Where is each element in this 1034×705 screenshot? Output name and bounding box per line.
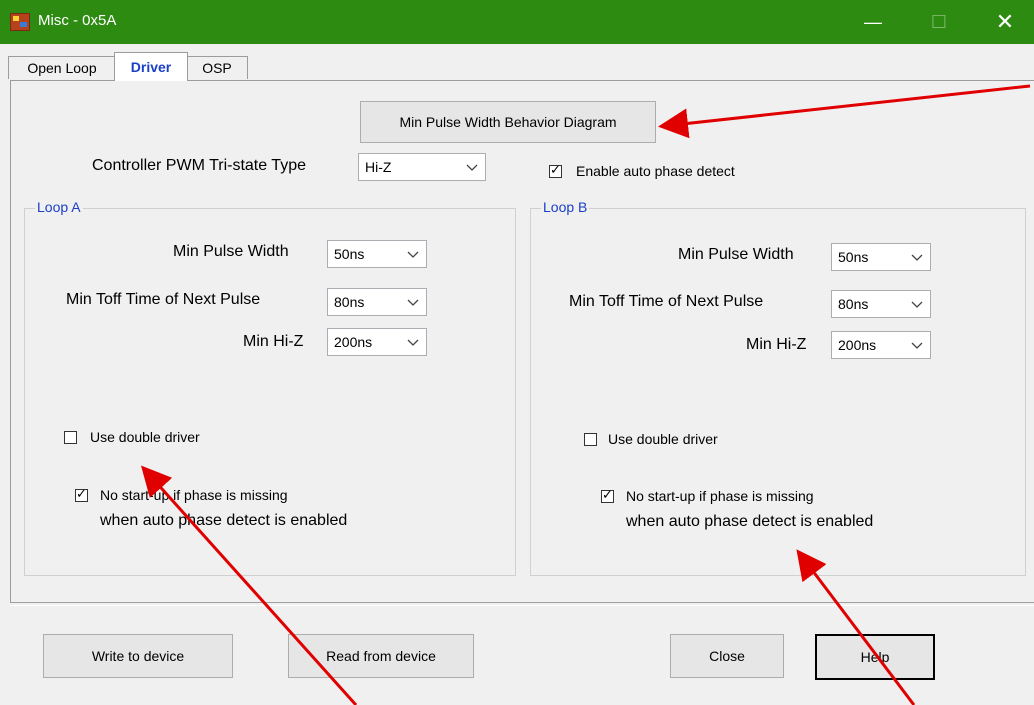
loop-a-double-driver-checkbox[interactable] <box>64 431 77 444</box>
loop-b-min-hiz-value: 200ns <box>838 337 877 353</box>
tab-driver[interactable]: Driver <box>114 52 188 81</box>
loop-b-min-pulse-width-label: Min Pulse Width <box>678 246 794 263</box>
chevron-down-icon <box>406 336 420 350</box>
loop-b-min-hiz-select[interactable]: 200ns <box>831 331 931 359</box>
loop-a-min-toff-label: Min Toff Time of Next Pulse <box>66 291 261 308</box>
controller-pwm-select[interactable]: Hi-Z <box>358 153 486 181</box>
loop-a-min-pulse-width-value: 50ns <box>334 246 365 262</box>
loop-a-no-startup-line1: No start-up if phase is missing <box>100 487 288 503</box>
loop-b-min-toff-value: 80ns <box>838 296 869 312</box>
chevron-down-icon <box>910 251 924 265</box>
chevron-down-icon <box>406 248 420 262</box>
enable-auto-phase-label: Enable auto phase detect <box>576 163 735 179</box>
loop-a-min-hiz-select[interactable]: 200ns <box>327 328 427 356</box>
loop-a-min-pulse-width-select[interactable]: 50ns <box>327 240 427 268</box>
loop-a-title: Loop A <box>35 199 83 215</box>
loop-a-no-startup-checkbox[interactable] <box>75 486 88 502</box>
close-window-button[interactable]: ✕ <box>982 0 1028 44</box>
loop-a-min-toff-select[interactable]: 80ns <box>327 288 427 316</box>
chevron-down-icon <box>406 296 420 310</box>
loop-b-min-toff-label: Min Toff Time of Next Pulse <box>569 293 764 310</box>
loop-b-min-pulse-width-select[interactable]: 50ns <box>831 243 931 271</box>
controller-pwm-value: Hi-Z <box>365 159 392 175</box>
loop-b-title: Loop B <box>541 199 590 215</box>
loop-b-no-startup-checkbox[interactable] <box>601 487 614 503</box>
write-to-device-button[interactable]: Write to device <box>43 634 233 678</box>
loop-b-no-startup-line2: when auto phase detect is enabled <box>626 513 874 530</box>
enable-auto-phase-checkbox[interactable] <box>549 162 562 178</box>
loop-a-min-pulse-width-label: Min Pulse Width <box>173 243 289 260</box>
read-from-device-button[interactable]: Read from device <box>288 634 474 678</box>
loop-a-no-startup-line2: when auto phase detect is enabled <box>100 512 348 529</box>
bottom-separator <box>10 602 1034 606</box>
app-icon <box>10 13 30 31</box>
loop-b-no-startup-line1: No start-up if phase is missing <box>626 488 814 504</box>
loop-b-double-driver-label: Use double driver <box>608 431 718 447</box>
controller-pwm-label: Controller PWM Tri-state Type <box>92 157 306 174</box>
loop-b-min-pulse-width-value: 50ns <box>838 249 869 265</box>
loop-a-min-hiz-value: 200ns <box>334 334 373 350</box>
min-pulse-width-diagram-button[interactable]: Min Pulse Width Behavior Diagram <box>360 101 656 143</box>
window-title: Misc - 0x5A <box>38 12 117 29</box>
loop-a-double-driver-label: Use double driver <box>90 429 200 445</box>
loop-a-min-toff-value: 80ns <box>334 294 365 310</box>
close-button[interactable]: Close <box>670 634 784 678</box>
loop-b-min-hiz-label: Min Hi-Z <box>746 336 807 353</box>
maximize-button[interactable]: ☐ <box>916 0 962 44</box>
chevron-down-icon <box>910 339 924 353</box>
minimize-button[interactable]: — <box>850 0 896 44</box>
chevron-down-icon <box>910 298 924 312</box>
tab-open-loop[interactable]: Open Loop <box>8 56 116 79</box>
loop-b-min-toff-select[interactable]: 80ns <box>831 290 931 318</box>
help-button[interactable]: Help <box>815 634 935 680</box>
loop-b-double-driver-checkbox[interactable] <box>584 433 597 446</box>
title-bar[interactable]: Misc - 0x5A — ☐ ✕ <box>0 0 1034 44</box>
loop-a-min-hiz-label: Min Hi-Z <box>243 333 304 350</box>
chevron-down-icon <box>465 161 479 175</box>
tab-osp[interactable]: OSP <box>186 56 248 79</box>
